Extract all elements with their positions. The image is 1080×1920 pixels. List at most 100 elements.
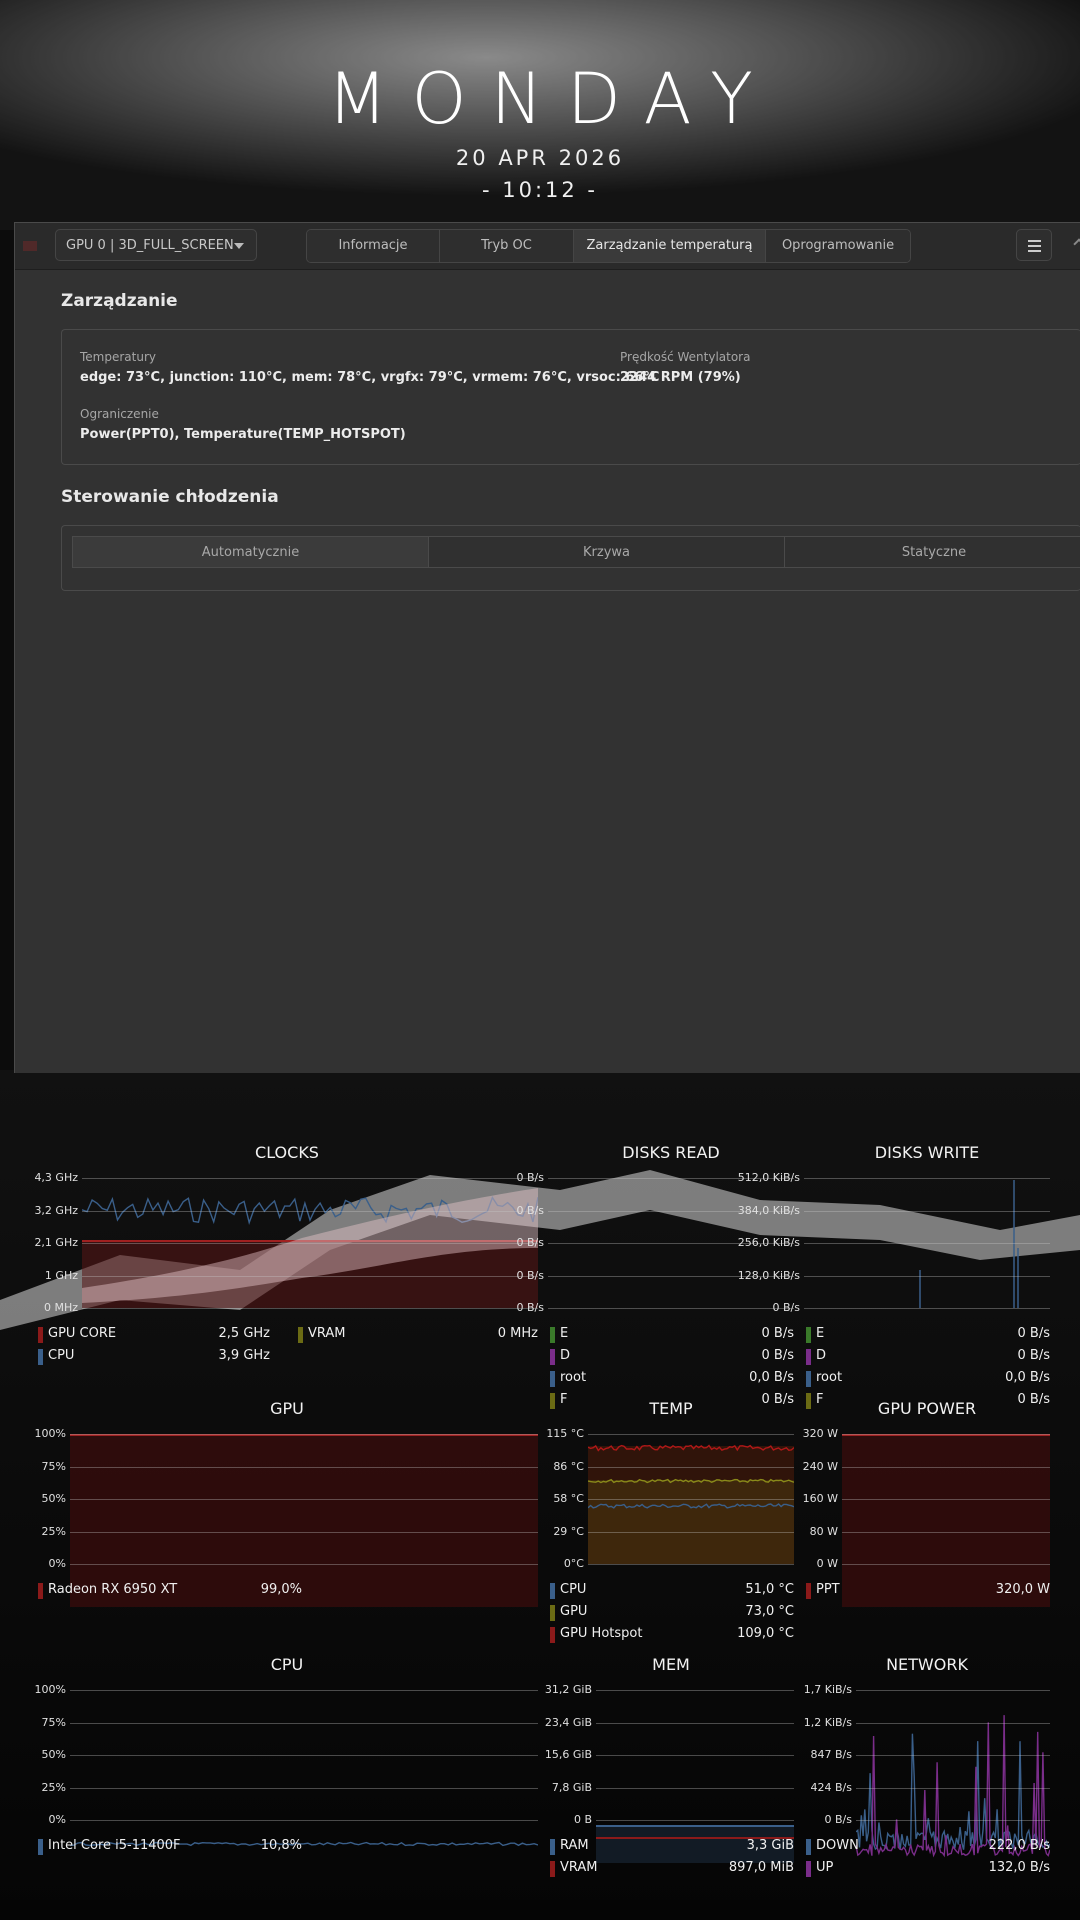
time-label: - 10:12 - xyxy=(481,178,599,202)
temp-legend-swatch xyxy=(550,1605,555,1621)
fan-speed-label: Prędkość Wentylatora xyxy=(620,350,751,364)
network-legend-name: DOWN xyxy=(816,1838,859,1853)
network-gridline xyxy=(856,1788,1050,1789)
gpu-axis-label: 0% xyxy=(48,1557,66,1570)
mem-gridline xyxy=(596,1788,794,1789)
disks-write-legend-value: 0,0 B/s xyxy=(1005,1370,1050,1385)
gpu-gridline xyxy=(70,1467,538,1468)
disks-write-axis-label: 384,0 KiB/s xyxy=(737,1204,800,1217)
disks-write-axis-label: 256,0 KiB/s xyxy=(737,1236,800,1249)
disks-read-axis-label: 0 B/s xyxy=(516,1301,544,1314)
app-window: GPU 0 | 3D_FULL_SCREEN Informacje Tryb O… xyxy=(14,222,1080,1073)
disks-write-legend-name: D xyxy=(816,1348,827,1363)
mem-gridline xyxy=(596,1755,794,1756)
temp-legend-name: CPU xyxy=(560,1582,587,1597)
temp-legend-swatch xyxy=(550,1627,555,1643)
tab-informacje[interactable]: Informacje xyxy=(307,230,440,262)
mem-axis-label: 15,6 GiB xyxy=(544,1748,592,1761)
mem-gridline xyxy=(596,1690,794,1691)
temp-legend-value: 51,0 °C xyxy=(745,1582,794,1597)
mem-axis-label: 7,8 GiB xyxy=(551,1781,592,1794)
disks-write-axis-label: 0 B/s xyxy=(772,1301,800,1314)
gpu-power-legend-value: 320,0 W xyxy=(995,1582,1050,1597)
network-axis-label: 1,7 KiB/s xyxy=(803,1683,852,1696)
mode-static-button[interactable]: Statyczne xyxy=(784,536,1080,568)
network-legend-swatch xyxy=(806,1839,811,1855)
gpu-power-gridline xyxy=(842,1564,1050,1565)
gpu-select-dropdown[interactable]: GPU 0 | 3D_FULL_SCREEN xyxy=(55,229,257,261)
disks-read-legend-name: root xyxy=(560,1370,587,1385)
network-title: NETWORK xyxy=(886,1655,968,1674)
network-axis-label: 424 B/s xyxy=(810,1781,852,1794)
clocks-axis-label: 4,3 GHz xyxy=(34,1171,78,1184)
disks-write-axis-label: 512,0 KiB/s xyxy=(737,1171,800,1184)
disks-write-title: DISKS WRITE xyxy=(874,1143,980,1162)
gpu-axis-label: 50% xyxy=(41,1492,66,1505)
disks-read-legend-name: D xyxy=(560,1348,571,1363)
clocks-legend-name: GPU CORE xyxy=(48,1326,117,1341)
tab-oprogramowanie[interactable]: Oprogramowanie xyxy=(766,230,910,262)
gpu-power-legend-swatch xyxy=(806,1583,811,1599)
disks-write-gridline xyxy=(804,1178,1050,1179)
gpu-power-axis-label: 0 W xyxy=(816,1557,838,1570)
chevron-icon xyxy=(1073,238,1080,250)
tab-zarzadzanie-temperatura[interactable]: Zarządzanie temperaturą xyxy=(574,230,766,262)
temp-legend-value: 73,0 °C xyxy=(745,1604,794,1619)
clocks-legend-value: 2,5 GHz xyxy=(218,1326,270,1341)
gpu-axis-label: 25% xyxy=(41,1525,66,1538)
cpu-gridline xyxy=(70,1690,538,1691)
cpu-legend-value: 10,8% xyxy=(260,1838,302,1853)
disks-write-legend-name: root xyxy=(816,1370,843,1385)
disks-write-legend-swatch xyxy=(806,1349,811,1365)
disks-read-axis-label: 0 B/s xyxy=(516,1171,544,1184)
disks-write-gridline xyxy=(804,1243,1050,1244)
gpu-power-axis-label: 320 W xyxy=(802,1427,838,1440)
cpu-gridline xyxy=(70,1755,538,1756)
temperatures-label: Temperatury xyxy=(80,350,156,364)
gpu-legend-swatch xyxy=(38,1583,43,1599)
gpu-power-gridline xyxy=(842,1532,1050,1533)
limit-value: Power(PPT0), Temperature(TEMP_HOTSPOT) xyxy=(80,427,406,442)
temperatures-value: edge: 73°C, junction: 110°C, mem: 78°C, … xyxy=(80,370,660,385)
mem-axis-label: 0 B xyxy=(573,1813,592,1826)
network-gridline xyxy=(856,1755,1050,1756)
network-axis-label: 0 B/s xyxy=(824,1813,852,1826)
disks-read-title: DISKS READ xyxy=(622,1143,720,1162)
cooling-control-title: Sterowanie chłodzenia xyxy=(61,487,279,507)
mem-legend-swatch xyxy=(550,1861,555,1877)
tab-tryb-oc[interactable]: Tryb OC xyxy=(440,230,574,262)
clocks-legend-name: CPU xyxy=(48,1348,75,1363)
mode-curve-button[interactable]: Krzywa xyxy=(428,536,785,568)
gpu-power-legend-name: PPT xyxy=(816,1582,840,1597)
cpu-legend-swatch xyxy=(38,1839,43,1855)
gpu-power-gridline xyxy=(842,1434,1050,1435)
disks-read-axis-label: 0 B/s xyxy=(516,1236,544,1249)
temp-axis-label: 29 °C xyxy=(553,1525,584,1538)
day-title: MONDAY xyxy=(327,58,777,140)
tab-bar: Informacje Tryb OC Zarządzanie temperatu… xyxy=(306,229,911,263)
network-gridline xyxy=(856,1690,1050,1691)
mem-legend-name: RAM xyxy=(560,1838,589,1853)
gpu-gridline xyxy=(70,1434,538,1435)
disks-write-gridline xyxy=(804,1308,1050,1309)
disks-read-axis-label: 0 B/s xyxy=(516,1269,544,1282)
disks-read-legend-value: 0,0 B/s xyxy=(749,1370,794,1385)
fan-speed-value: 2244 RPM (79%) xyxy=(620,370,741,385)
clocks-legend-value: 3,9 GHz xyxy=(218,1348,270,1363)
cpu-gridline xyxy=(70,1723,538,1724)
temp-axis-label: 115 °C xyxy=(546,1427,584,1440)
cpu-axis-label: 50% xyxy=(41,1748,66,1761)
mem-title: MEM xyxy=(652,1655,690,1674)
gpu-gridline xyxy=(70,1532,538,1533)
network-legend-value: 132,0 B/s xyxy=(988,1860,1050,1875)
mode-automatic-button[interactable]: Automatycznie xyxy=(72,536,429,568)
gpu-axis-label: 100% xyxy=(34,1427,66,1440)
disks-read-legend-value: 0 B/s xyxy=(761,1348,794,1363)
disks-read-legend-swatch xyxy=(550,1327,555,1343)
hamburger-menu-button[interactable] xyxy=(1016,229,1052,261)
header-bar: GPU 0 | 3D_FULL_SCREEN Informacje Tryb O… xyxy=(15,223,1080,270)
gpu-select-value: GPU 0 | 3D_FULL_SCREEN xyxy=(66,238,234,253)
clock-header: MONDAY 20 APR 2026 - 10:12 - xyxy=(0,0,1080,220)
download-line xyxy=(856,1733,1050,1851)
network-axis-label: 847 B/s xyxy=(810,1748,852,1761)
